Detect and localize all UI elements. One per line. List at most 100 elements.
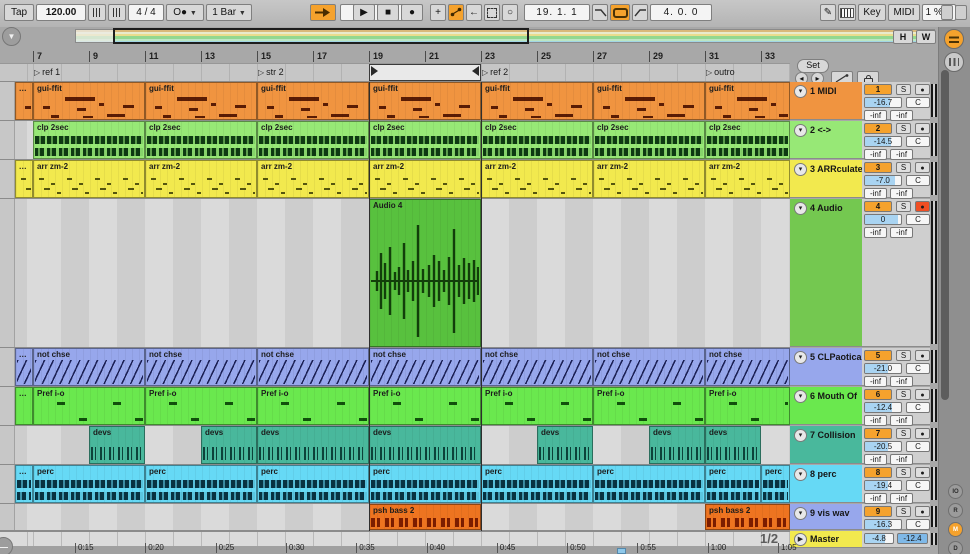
bottom-beat-band[interactable] <box>0 531 790 546</box>
arm-button[interactable]: ● <box>915 389 930 400</box>
clip-barcode[interactable]: devs <box>201 426 257 464</box>
arm-button[interactable]: ● <box>915 123 930 134</box>
clip-midi-green[interactable]: Pref i-o <box>369 387 481 425</box>
clip-audio-cyan[interactable]: perc <box>33 465 145 503</box>
clip-midi-orange[interactable]: gui-ffit <box>257 82 369 120</box>
fold-icon[interactable]: ▾ <box>794 468 807 481</box>
clip-midi-yellow[interactable]: … <box>15 160 33 198</box>
clip-audio-green[interactable]: clp 2sec <box>593 121 705 159</box>
arm-button[interactable]: ● <box>915 162 930 173</box>
clip-bass[interactable]: psh bass 2 <box>705 504 790 530</box>
clip-audio-cyan[interactable]: perc <box>705 465 761 503</box>
pan-field[interactable]: C <box>906 136 930 147</box>
track-header-master[interactable]: ▶ Master -4.8 -12.4 <box>790 531 938 548</box>
clip-bass[interactable]: psh bass 2 <box>369 504 481 530</box>
clip-midi-orange[interactable]: gui-ffit <box>369 82 481 120</box>
arm-button[interactable]: ● <box>915 467 930 478</box>
clip-midi-yellow[interactable]: arr zm-2 <box>705 160 790 198</box>
clip-midi-yellow[interactable]: arr zm-2 <box>257 160 369 198</box>
clip-midi-green[interactable]: Pref i-o <box>145 387 257 425</box>
clip-midi-green[interactable]: Pref i-o <box>481 387 593 425</box>
clip-diag[interactable]: not chse <box>369 348 481 386</box>
clip-midi-green[interactable]: Pref i-o <box>33 387 145 425</box>
clip-midi-yellow[interactable]: arr zm-2 <box>593 160 705 198</box>
clip-midi-orange[interactable]: gui-ffit <box>33 82 145 120</box>
volume-field[interactable]: -20.5 <box>864 441 902 452</box>
clip-audio-cyan[interactable]: perc <box>593 465 705 503</box>
clip-midi-green[interactable]: Pref i-o <box>593 387 705 425</box>
track-header[interactable]: ▾9 vis wav9S●-16.3C <box>790 504 938 530</box>
volume-field[interactable]: -14.5 <box>864 136 902 147</box>
track-color-block[interactable]: ▾9 vis wav <box>790 504 862 530</box>
clip-midi-orange[interactable]: gui-ffit <box>705 82 790 120</box>
toolbar-spacer-button-1[interactable] <box>941 5 953 20</box>
clip-audio-cyan[interactable]: perc <box>369 465 481 503</box>
clip-midi-yellow[interactable]: arr zm-2 <box>369 160 481 198</box>
pan-field[interactable]: C <box>906 441 930 452</box>
solo-button[interactable]: S <box>896 123 911 134</box>
fold-icon[interactable]: ▾ <box>794 85 807 98</box>
key-map-button[interactable]: Key <box>858 4 886 21</box>
clip-barcode[interactable]: devs <box>649 426 705 464</box>
show-io-toggle[interactable]: IO <box>948 484 963 499</box>
clip-audio-cyan[interactable]: perc <box>145 465 257 503</box>
pan-field[interactable]: C <box>906 214 930 225</box>
clip-barcode[interactable]: devs <box>537 426 593 464</box>
volume-field[interactable]: -7.0 <box>864 175 902 186</box>
solo-button[interactable]: S <box>896 389 911 400</box>
clip-midi-yellow[interactable]: arr zm-2 <box>481 160 593 198</box>
computer-midi-keyboard-button[interactable] <box>838 4 856 21</box>
track-color-block[interactable]: ▾4 Audio <box>790 199 862 347</box>
clip-barcode[interactable]: devs <box>257 426 369 464</box>
clip-audio-cyan[interactable]: perc <box>761 465 790 503</box>
clip-audio-green[interactable]: clp 2sec <box>33 121 145 159</box>
clip-audio-green[interactable]: clp 2sec <box>705 121 790 159</box>
show-mixer-toggle[interactable]: M <box>948 522 963 537</box>
track-header[interactable]: ▾3 ARRculate3S●-7.0C-inf-inf <box>790 160 938 198</box>
clip-audio-cyan[interactable]: perc <box>257 465 369 503</box>
track-color-block[interactable]: ▾8 perc <box>790 465 862 503</box>
track-color-block[interactable]: ▾7 Collision <box>790 426 862 464</box>
pan-field[interactable]: C <box>906 363 930 374</box>
track-header[interactable]: ▾8 perc8S●-19.4C-inf-inf <box>790 465 938 503</box>
clip-diag[interactable]: not chse <box>257 348 369 386</box>
volume-field[interactable]: -21.0 <box>864 363 902 374</box>
zoom-height-button[interactable]: H <box>893 30 913 44</box>
clip-diag[interactable]: … <box>15 348 33 386</box>
arm-button[interactable]: ● <box>915 350 930 361</box>
clip-midi-orange[interactable]: gui-ffit <box>481 82 593 120</box>
clip-midi-green[interactable]: Pref i-o <box>257 387 369 425</box>
clip-midi-yellow[interactable]: arr zm-2 <box>33 160 145 198</box>
clip-audio-green[interactable]: clp 2sec <box>257 121 369 159</box>
volume-field[interactable]: -19.4 <box>864 480 902 491</box>
clip-barcode[interactable]: devs <box>705 426 761 464</box>
fold-icon[interactable]: ▾ <box>794 507 807 520</box>
volume-field[interactable]: -16.3 <box>864 519 902 530</box>
master-volume[interactable]: -4.8 <box>864 533 894 544</box>
fold-icon[interactable]: ▾ <box>794 390 807 403</box>
clip-audio-spikes[interactable]: Audio 4 <box>369 199 481 347</box>
clip-barcode[interactable]: devs <box>369 426 481 464</box>
pan-field[interactable]: C <box>906 175 930 186</box>
clip-diag[interactable]: not chse <box>705 348 790 386</box>
pan-field[interactable]: C <box>906 519 930 530</box>
show-returns-toggle[interactable]: R <box>948 503 963 518</box>
volume-field[interactable]: -16.7 <box>864 97 902 108</box>
set-locator-button[interactable]: Set <box>797 59 829 73</box>
session-view-toggle[interactable] <box>944 52 964 72</box>
toolbar-spacer-button-2[interactable] <box>955 5 967 20</box>
pan-field[interactable]: C <box>906 480 930 491</box>
clip-audio-green[interactable]: clp 2sec <box>481 121 593 159</box>
clip-midi-green[interactable]: … <box>15 387 33 425</box>
clip-midi-yellow[interactable]: arr zm-2 <box>145 160 257 198</box>
clip-diag[interactable]: not chse <box>481 348 593 386</box>
solo-button[interactable]: S <box>896 84 911 95</box>
fold-icon[interactable]: ▾ <box>794 202 807 215</box>
pan-field[interactable]: C <box>906 402 930 413</box>
clip-midi-orange[interactable]: … <box>15 82 33 120</box>
volume-field[interactable]: 0 <box>864 214 902 225</box>
track-color-block[interactable]: ▾3 ARRculate <box>790 160 862 198</box>
track-header[interactable]: ▾2 <->2S●-14.5C-inf-inf <box>790 121 938 159</box>
track-color-block[interactable]: ▾1 MIDI <box>790 82 862 120</box>
track-header[interactable]: ▾4 Audio4S●0C-inf-inf <box>790 199 938 347</box>
